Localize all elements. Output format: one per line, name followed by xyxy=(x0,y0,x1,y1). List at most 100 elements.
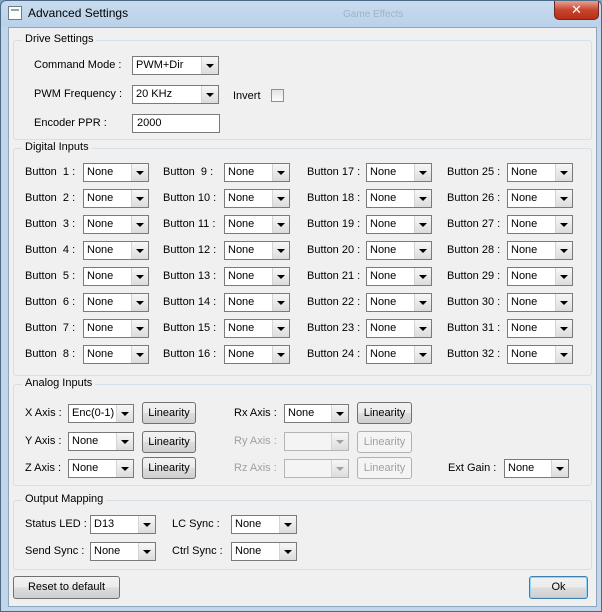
button-12-label: Button 12 : xyxy=(163,244,217,256)
button-28-select[interactable]: None xyxy=(507,241,573,260)
chevron-down-icon xyxy=(131,268,148,285)
button-23-value: None xyxy=(370,322,397,334)
output-mapping-title: Output Mapping xyxy=(22,493,107,505)
chevron-down-icon xyxy=(138,543,155,560)
reset-to-default-button[interactable]: Reset to default xyxy=(13,576,120,599)
chevron-down-icon xyxy=(331,405,348,422)
button-18-select[interactable]: None xyxy=(366,189,432,208)
button-7-label: Button 7 : xyxy=(25,322,76,334)
close-button[interactable]: ✕ xyxy=(554,1,599,20)
button-11-select[interactable]: None xyxy=(224,215,290,234)
pwm-frequency-value: 20 KHz xyxy=(136,88,173,100)
chevron-down-icon xyxy=(414,346,431,363)
button-5-label: Button 5 : xyxy=(25,270,76,282)
rz-axis-label: Rz Axis : xyxy=(234,462,277,474)
reset-to-default-label: Reset to default xyxy=(27,581,106,593)
chevron-down-icon xyxy=(272,268,289,285)
ok-button[interactable]: Ok xyxy=(529,576,588,599)
button-27-select[interactable]: None xyxy=(507,215,573,234)
chevron-down-icon xyxy=(131,346,148,363)
button-2-select[interactable]: None xyxy=(83,189,149,208)
button-17-select[interactable]: None xyxy=(366,163,432,182)
command-mode-select[interactable]: PWM+Dir xyxy=(132,56,219,75)
lc-sync-select[interactable]: None xyxy=(231,515,297,534)
rx-axis-select[interactable]: None xyxy=(284,404,349,423)
ctrl-sync-select[interactable]: None xyxy=(231,542,297,561)
button-26-select[interactable]: None xyxy=(507,189,573,208)
x-axis-linearity-label: Linearity xyxy=(148,407,190,419)
button-6-label: Button 6 : xyxy=(25,296,76,308)
button-20-select[interactable]: None xyxy=(366,241,432,260)
title-bar[interactable]: Advanced Settings Game Effects ✕ xyxy=(1,1,601,27)
button-12-select[interactable]: None xyxy=(224,241,290,260)
button-8-select[interactable]: None xyxy=(83,345,149,364)
x-axis-linearity-button[interactable]: Linearity xyxy=(142,402,196,424)
y-axis-select[interactable]: None xyxy=(68,432,134,451)
chevron-down-icon xyxy=(272,294,289,311)
button-29-select[interactable]: None xyxy=(507,267,573,286)
chevron-down-icon xyxy=(131,242,148,259)
button-28-label: Button 28 : xyxy=(447,244,501,256)
button-29-value: None xyxy=(511,270,538,282)
x-axis-select[interactable]: Enc(0-1) xyxy=(68,404,134,423)
encoder-ppr-input[interactable]: 2000 xyxy=(132,114,220,133)
button-9-label: Button 9 : xyxy=(163,166,214,178)
button-22-label: Button 22 : xyxy=(307,296,361,308)
chevron-down-icon xyxy=(555,216,572,233)
advanced-settings-window: Advanced Settings Game Effects ✕ Drive S… xyxy=(0,0,602,612)
button-9-select[interactable]: None xyxy=(224,163,290,182)
button-22-select[interactable]: None xyxy=(366,293,432,312)
button-14-select[interactable]: None xyxy=(224,293,290,312)
pwm-frequency-select[interactable]: 20 KHz xyxy=(132,85,219,104)
button-5-select[interactable]: None xyxy=(83,267,149,286)
y-axis-label: Y Axis : xyxy=(25,435,62,447)
button-21-select[interactable]: None xyxy=(366,267,432,286)
button-31-select[interactable]: None xyxy=(507,319,573,338)
button-30-select[interactable]: None xyxy=(507,293,573,312)
button-10-select[interactable]: None xyxy=(224,189,290,208)
button-32-select[interactable]: None xyxy=(507,345,573,364)
button-6-select[interactable]: None xyxy=(83,293,149,312)
button-4-value: None xyxy=(87,244,114,256)
button-10-label: Button 10 : xyxy=(163,192,217,204)
chevron-down-icon xyxy=(272,216,289,233)
button-18-value: None xyxy=(370,192,397,204)
button-1-label: Button 1 : xyxy=(25,166,76,178)
button-7-select[interactable]: None xyxy=(83,319,149,338)
chevron-down-icon xyxy=(272,242,289,259)
button-28-value: None xyxy=(511,244,538,256)
status-led-value: D13 xyxy=(94,518,115,530)
button-29-label: Button 29 : xyxy=(447,270,501,282)
invert-checkbox[interactable] xyxy=(271,89,284,102)
z-axis-linearity-button[interactable]: Linearity xyxy=(142,457,196,479)
button-14-label: Button 14 : xyxy=(163,296,217,308)
button-1-select[interactable]: None xyxy=(83,163,149,182)
chevron-down-icon xyxy=(201,86,218,103)
y-axis-linearity-button[interactable]: Linearity xyxy=(142,431,196,453)
button-5-value: None xyxy=(87,270,114,282)
button-7-value: None xyxy=(87,322,114,334)
button-16-select[interactable]: None xyxy=(224,345,290,364)
send-sync-select[interactable]: None xyxy=(90,542,156,561)
button-16-label: Button 16 : xyxy=(163,348,217,360)
button-24-select[interactable]: None xyxy=(366,345,432,364)
button-13-select[interactable]: None xyxy=(224,267,290,286)
button-19-select[interactable]: None xyxy=(366,215,432,234)
button-3-select[interactable]: None xyxy=(83,215,149,234)
z-axis-select[interactable]: None xyxy=(68,459,134,478)
z-axis-value: None xyxy=(72,462,99,474)
chevron-down-icon xyxy=(279,516,296,533)
chevron-down-icon xyxy=(131,190,148,207)
button-15-select[interactable]: None xyxy=(224,319,290,338)
window-icon xyxy=(8,6,22,20)
button-10-value: None xyxy=(228,192,255,204)
rx-axis-linearity-button[interactable]: Linearity xyxy=(357,402,412,424)
button-23-select[interactable]: None xyxy=(366,319,432,338)
ext-gain-select[interactable]: None xyxy=(504,459,569,478)
button-25-select[interactable]: None xyxy=(507,163,573,182)
status-led-select[interactable]: D13 xyxy=(90,515,156,534)
chevron-down-icon xyxy=(272,164,289,181)
button-4-select[interactable]: None xyxy=(83,241,149,260)
button-21-label: Button 21 : xyxy=(307,270,361,282)
rx-axis-value: None xyxy=(288,407,315,419)
